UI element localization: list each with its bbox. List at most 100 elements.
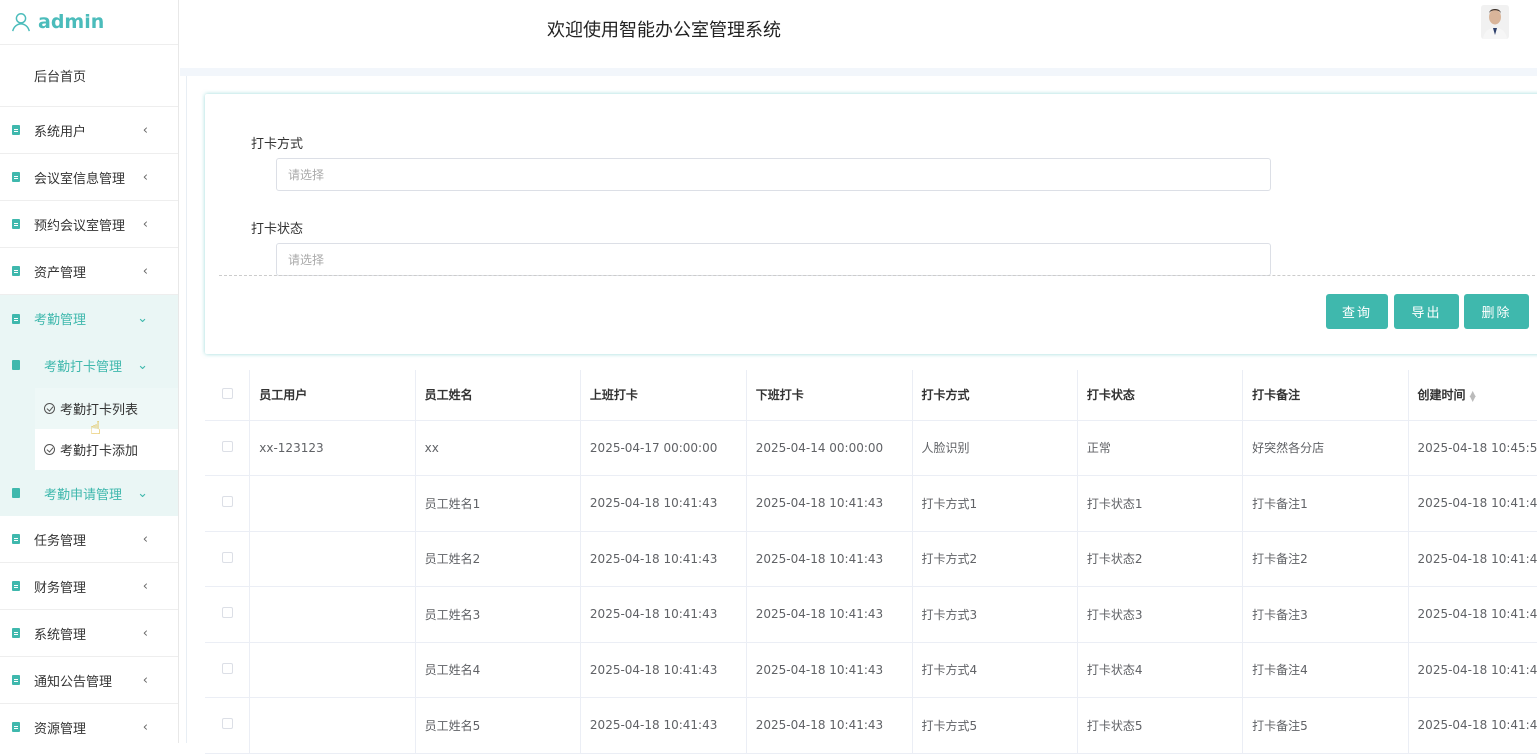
hand-cursor-icon: ☝ — [90, 418, 101, 439]
table-cell: 2025-04-18 10:45:50 — [1408, 420, 1537, 476]
table-cell: 2025-04-18 10:41:43 — [580, 587, 746, 643]
checkin-status-label: 打卡状态 — [251, 218, 303, 237]
table-cell: 员工姓名2 — [415, 531, 580, 587]
column-header: 打卡状态 — [1077, 370, 1242, 420]
table-row[interactable]: 员工姓名22025-04-18 10:41:432025-04-18 10:41… — [205, 531, 1537, 587]
table-cell: 正常 — [1077, 420, 1242, 476]
sidebar-item-meeting-room-info[interactable]: 会议室信息管理 ‹ — [0, 154, 178, 201]
table-cell: 2025-04-18 10:41:43 — [580, 531, 746, 587]
document-icon — [12, 360, 20, 370]
sidebar-item-assets[interactable]: 资产管理 ‹ — [0, 248, 178, 295]
table-cell: 员工姓名3 — [415, 587, 580, 643]
table-cell: 人脸识别 — [912, 420, 1077, 476]
column-header-created-time[interactable]: 创建时间▲▼ — [1408, 370, 1537, 420]
delete-button[interactable]: 删除 — [1464, 294, 1529, 329]
table-cell: 打卡方式2 — [912, 531, 1077, 587]
sidebar-item-system-management[interactable]: 系统管理 ‹ — [0, 610, 178, 657]
table-cell: 打卡状态1 — [1077, 476, 1242, 532]
sidebar-item-clockin-management[interactable]: 考勤打卡管理 ⌄ — [0, 342, 178, 388]
checkin-status-select[interactable]: 请选择 — [276, 243, 1271, 276]
select-all-cell — [205, 370, 250, 420]
table-cell: 打卡状态4 — [1077, 642, 1242, 698]
table-cell: 2025-04-18 10:41:43 — [580, 698, 746, 754]
row-checkbox[interactable] — [222, 496, 233, 507]
page-title: 欢迎使用智能办公室管理系统 — [547, 16, 781, 42]
sidebar-item-label: 考勤打卡添加 — [60, 440, 138, 459]
row-checkbox[interactable] — [222, 663, 233, 674]
sidebar-item-notices[interactable]: 通知公告管理 ‹ — [0, 657, 178, 704]
avatar[interactable] — [1481, 5, 1509, 39]
sidebar-item-room-booking[interactable]: 预约会议室管理 ‹ — [0, 201, 178, 248]
document-icon — [12, 722, 20, 732]
row-select-cell — [205, 476, 250, 532]
chevron-left-icon: ‹ — [143, 626, 148, 641]
sidebar-item-label: 预约会议室管理 — [34, 215, 125, 234]
table-cell — [250, 642, 415, 698]
sort-icon[interactable]: ▲▼ — [1470, 391, 1476, 401]
top-header: 欢迎使用智能办公室管理系统 — [180, 0, 1537, 68]
sidebar-item-system-users[interactable]: 系统用户 ‹ — [0, 107, 178, 154]
attendance-table: 员工用户 员工姓名 上班打卡 下班打卡 打卡方式 打卡状态 打卡备注 创建时间▲… — [205, 370, 1537, 754]
row-checkbox[interactable] — [222, 552, 233, 563]
sidebar-item-label: 考勤申请管理 — [44, 484, 122, 503]
sidebar-item-label: 任务管理 — [34, 530, 86, 549]
sidebar-item-tasks[interactable]: 任务管理 ‹ — [0, 516, 178, 563]
table-cell: 2025-04-18 10:41:43 — [746, 531, 912, 587]
row-checkbox[interactable] — [222, 718, 233, 729]
form-divider — [219, 275, 1537, 276]
row-select-cell — [205, 698, 250, 754]
table-cell: 2025-04-17 00:00:00 — [580, 420, 746, 476]
table-cell: 2025-04-18 10:41:43 — [580, 642, 746, 698]
sidebar-item-label: 考勤打卡列表 — [60, 399, 138, 418]
avatar-image — [1481, 5, 1509, 39]
sidebar-item-label: 考勤打卡管理 — [44, 356, 122, 375]
sidebar-item-label: 通知公告管理 — [34, 671, 112, 690]
chevron-left-icon: ‹ — [143, 170, 148, 185]
sidebar-item-finance[interactable]: 财务管理 ‹ — [0, 563, 178, 610]
table-cell: 员工姓名1 — [415, 476, 580, 532]
sidebar-item-home[interactable]: 后台首页 — [0, 45, 178, 107]
search-form: 打卡方式 请选择 打卡状态 请选择 查询 导出 删除 — [205, 94, 1537, 354]
user-icon — [10, 11, 32, 33]
sidebar-item-clockin-add[interactable]: 考勤打卡添加 — [35, 429, 178, 470]
column-header: 上班打卡 — [580, 370, 746, 420]
sidebar-item-clockin-list[interactable]: 考勤打卡列表 — [35, 388, 178, 429]
sidebar-item-leave-request[interactable]: 考勤申请管理 ⌄ — [0, 470, 178, 516]
table-cell — [250, 476, 415, 532]
sidebar: admin 后台首页 系统用户 ‹ 会议室信息管理 ‹ 预约会议室管理 ‹ 资产… — [0, 0, 179, 743]
row-checkbox[interactable] — [222, 607, 233, 618]
chevron-left-icon: ‹ — [143, 673, 148, 688]
table-cell: 2025-04-14 00:00:00 — [746, 420, 912, 476]
table-cell: 2025-04-18 10:41:43 — [580, 476, 746, 532]
table-row[interactable]: xx-123123xx2025-04-17 00:00:002025-04-14… — [205, 420, 1537, 476]
document-icon — [12, 219, 20, 229]
chevron-down-icon: ⌄ — [137, 358, 148, 373]
check-circle-icon — [44, 403, 55, 414]
checkin-method-select[interactable]: 请选择 — [276, 158, 1271, 191]
sidebar-item-resources[interactable]: 资源管理 ‹ — [0, 704, 178, 743]
table-row[interactable]: 员工姓名12025-04-18 10:41:432025-04-18 10:41… — [205, 476, 1537, 532]
table-cell: 好突然各分店 — [1243, 420, 1408, 476]
table-row[interactable]: 员工姓名32025-04-18 10:41:432025-04-18 10:41… — [205, 587, 1537, 643]
table-cell: 打卡方式5 — [912, 698, 1077, 754]
select-all-checkbox[interactable] — [222, 388, 233, 399]
header-divider — [180, 68, 1537, 76]
table-row[interactable]: 员工姓名52025-04-18 10:41:432025-04-18 10:41… — [205, 698, 1537, 754]
table-header-row: 员工用户 员工姓名 上班打卡 下班打卡 打卡方式 打卡状态 打卡备注 创建时间▲… — [205, 370, 1537, 420]
document-icon — [12, 581, 20, 591]
sidebar-item-attendance[interactable]: 考勤管理 ⌄ — [0, 295, 178, 342]
query-button[interactable]: 查询 — [1326, 294, 1388, 329]
table-cell: 2025-04-18 10:41:43 — [746, 698, 912, 754]
chevron-left-icon: ‹ — [143, 264, 148, 279]
main-content: 打卡方式 请选择 打卡状态 请选择 查询 导出 删除 员工用户 员工姓名 上班打… — [186, 76, 1537, 743]
table-cell: 打卡状态5 — [1077, 698, 1242, 754]
export-button[interactable]: 导出 — [1394, 294, 1459, 329]
document-icon — [12, 488, 20, 498]
table-cell: 打卡方式1 — [912, 476, 1077, 532]
table-cell: 打卡状态2 — [1077, 531, 1242, 587]
document-icon — [12, 534, 20, 544]
table-row[interactable]: 员工姓名42025-04-18 10:41:432025-04-18 10:41… — [205, 642, 1537, 698]
table-cell: xx — [415, 420, 580, 476]
column-header: 员工用户 — [250, 370, 415, 420]
row-checkbox[interactable] — [222, 441, 233, 452]
